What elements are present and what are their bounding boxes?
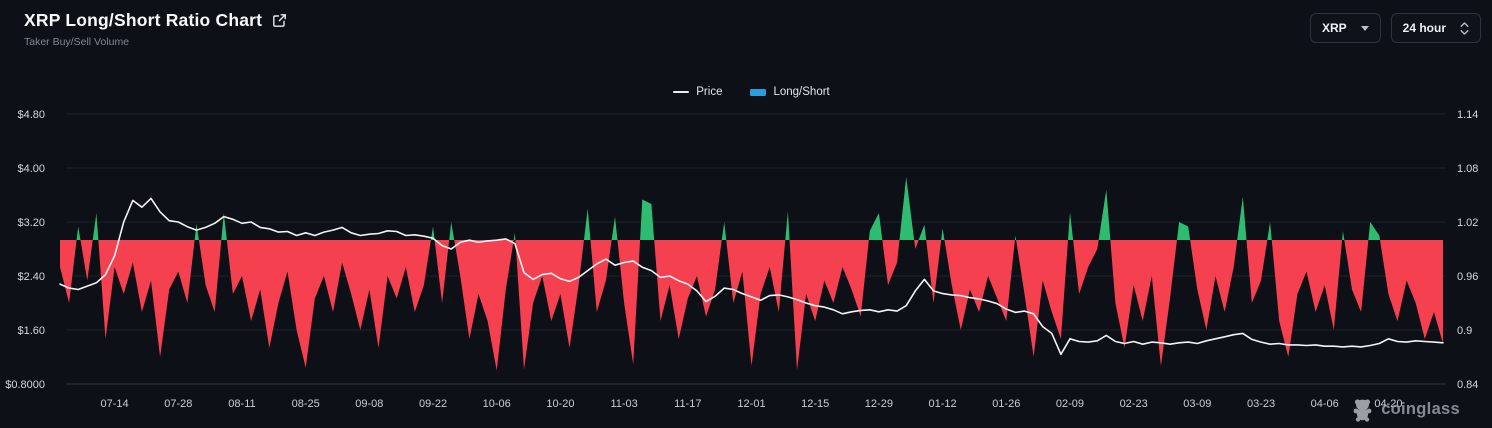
x-axis-tick: 11-17: [674, 398, 701, 410]
long-short-bar-marker: [750, 89, 766, 96]
chevron-down-icon: [1361, 26, 1369, 31]
interval-select[interactable]: 24 hour: [1391, 13, 1481, 43]
x-axis-tick: 08-11: [228, 398, 255, 410]
x-axis-tick: 10-06: [483, 398, 511, 410]
left-axis-tick: $0.8000: [5, 379, 45, 391]
x-axis-tick: 08-25: [292, 398, 320, 410]
left-axis-tick: $4.80: [17, 109, 45, 121]
chart-header: XRP Long/Short Ratio Chart Taker Buy/Sel…: [24, 10, 287, 48]
x-axis-tick: 12-29: [865, 398, 893, 410]
x-axis-tick: 04-20: [1374, 398, 1402, 410]
x-axis-tick: 09-22: [419, 398, 447, 410]
chart-subtitle: Taker Buy/Sell Volume: [24, 36, 287, 48]
x-axis-tick: 12-15: [801, 398, 829, 410]
x-axis-tick: 03-09: [1183, 398, 1211, 410]
x-axis-tick: 10-20: [546, 398, 574, 410]
left-axis-tick: $1.60: [17, 325, 45, 337]
sort-arrows-icon: [1460, 22, 1469, 35]
x-axis-tick: 11-03: [610, 398, 637, 410]
right-axis-tick: 0.84: [1457, 379, 1478, 391]
legend-label-long-short: Long/Short: [773, 86, 829, 98]
external-link-icon[interactable]: [272, 13, 287, 28]
price-line-marker: [673, 91, 689, 94]
long-short-ratio-chart[interactable]: $4.80 1.14 $4.00 1.08 $3.20 1.02 $2.40 0.96 $1.6…: [0, 0, 1492, 428]
x-axis-tick: 02-09: [1056, 398, 1084, 410]
left-axis-tick: $4.00: [17, 163, 45, 175]
x-axis-tick: 02-23: [1120, 398, 1148, 410]
right-axis-tick: 1.02: [1457, 217, 1478, 229]
x-axis-tick: 04-06: [1311, 398, 1339, 410]
right-axis-tick: 0.9: [1457, 325, 1472, 337]
x-axis-tick: 01-12: [929, 398, 957, 410]
left-axis-tick: $3.20: [17, 217, 45, 229]
chart-legend: Price Long/Short: [60, 86, 1443, 98]
interval-select-value: 24 hour: [1403, 21, 1446, 35]
right-axis-tick: 1.08: [1457, 163, 1478, 175]
symbol-select[interactable]: XRP: [1310, 13, 1381, 43]
right-axis-tick: 1.14: [1457, 109, 1478, 121]
legend-label-price: Price: [696, 86, 722, 98]
x-axis-tick: 07-28: [164, 398, 192, 410]
x-axis-tick: 09-08: [355, 398, 383, 410]
symbol-select-value: XRP: [1322, 21, 1347, 35]
page-title: XRP Long/Short Ratio Chart: [24, 10, 262, 31]
left-axis-tick: $2.40: [17, 271, 45, 283]
x-axis-tick: 12-01: [737, 398, 765, 410]
long-short-area-negative: [60, 177, 1443, 371]
long-short-ratio-widget: $4.80 1.14 $4.00 1.08 $3.20 1.02 $2.40 0.96 $1.6…: [0, 0, 1492, 428]
x-axis-tick: 03-23: [1247, 398, 1275, 410]
legend-item-price[interactable]: Price: [673, 86, 722, 98]
x-axis-tick: 01-26: [992, 398, 1020, 410]
legend-item-long-short[interactable]: Long/Short: [750, 86, 829, 98]
x-axis-tick: 07-14: [101, 398, 129, 410]
chart-controls: XRP 24 hour: [1310, 13, 1481, 43]
right-axis-tick: 0.96: [1457, 271, 1478, 283]
